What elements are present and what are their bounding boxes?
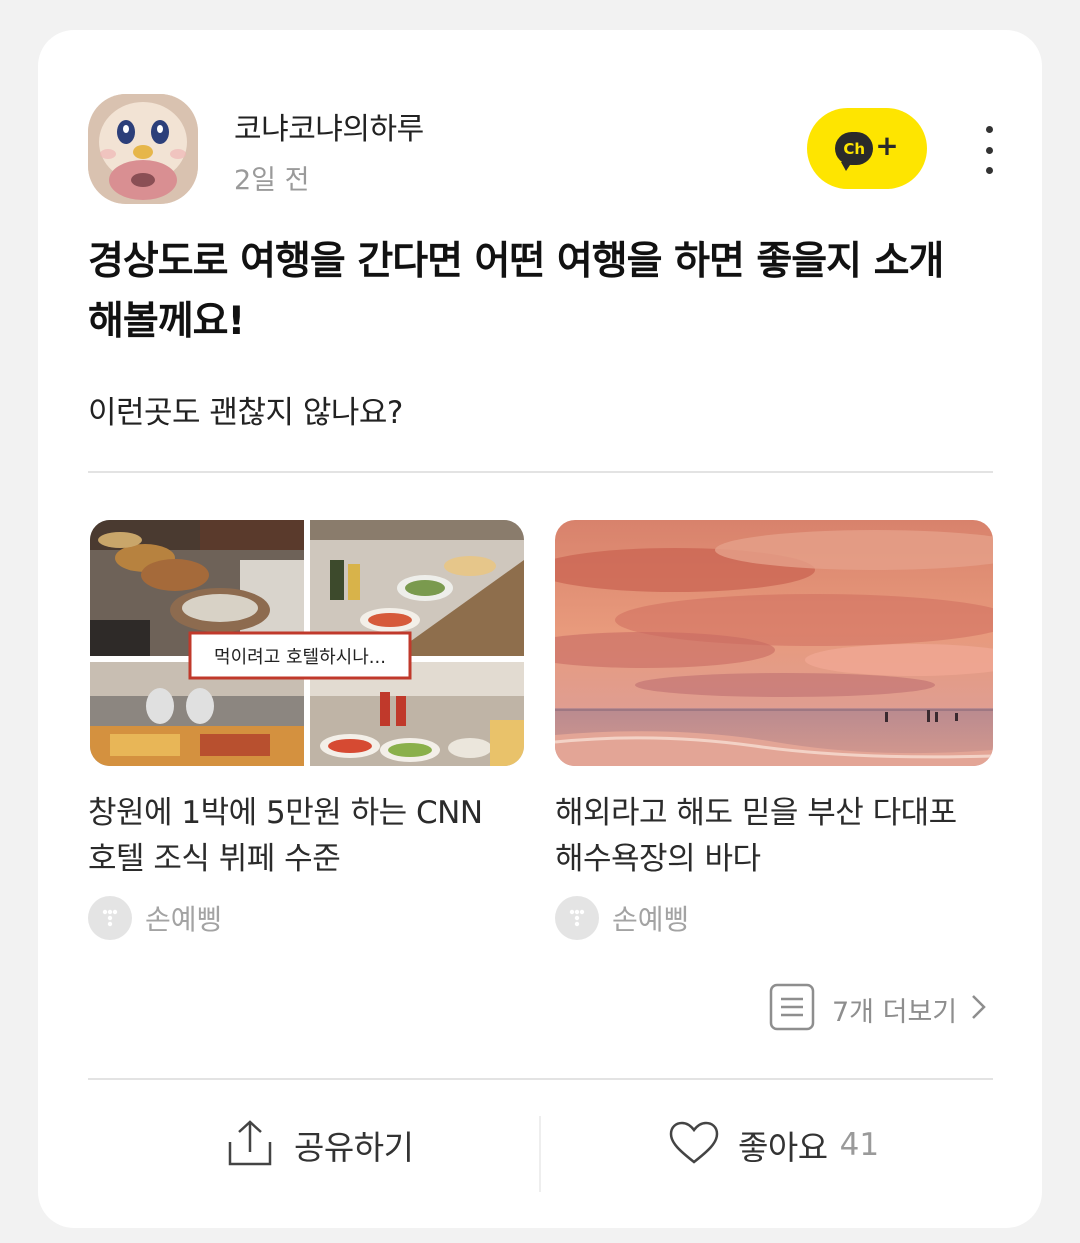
post-time: 2일 전 bbox=[234, 165, 310, 196]
list-icon bbox=[768, 982, 816, 1036]
source-name: 손예삥 bbox=[145, 903, 223, 936]
share-icon bbox=[226, 1118, 274, 1172]
source-avatar-icon bbox=[88, 896, 132, 940]
like-button[interactable]: 좋아요 41 bbox=[668, 1112, 879, 1178]
plus-icon: + bbox=[875, 129, 899, 162]
chevron-right-icon bbox=[969, 992, 987, 1026]
item-title-buffet[interactable]: 창원에 1박에 5만원 하는 CNN 호텔 조식 뷔페 수준 bbox=[88, 790, 518, 882]
item-title-beach[interactable]: 해외라고 해도 믿을 부산 다대포 해수욕장의 바다 bbox=[555, 790, 985, 882]
item-source-beach[interactable]: 손예삥 bbox=[555, 896, 689, 940]
divider bbox=[88, 1078, 993, 1080]
author-name[interactable]: 코냐코냐의하루 bbox=[234, 104, 424, 148]
divider bbox=[88, 471, 993, 473]
share-label: 공유하기 bbox=[294, 1128, 414, 1167]
source-avatar-icon bbox=[555, 896, 599, 940]
item-source-buffet[interactable]: 손예삥 bbox=[88, 896, 222, 940]
thumb-caption: 먹이려고 호텔하시나... bbox=[214, 647, 386, 668]
more-items-label: 7개 더보기 bbox=[832, 996, 958, 1028]
item-thumbnail-beach[interactable] bbox=[555, 520, 993, 766]
source-name: 손예삥 bbox=[612, 903, 690, 936]
item-thumbnail-buffet[interactable]: 먹이려고 호텔하시나... bbox=[90, 520, 524, 766]
action-separator bbox=[539, 1116, 541, 1192]
like-label: 좋아요 bbox=[738, 1128, 828, 1167]
more-options-icon[interactable] bbox=[976, 126, 1002, 174]
post-title[interactable]: 경상도로 여행을 간다면 어떤 여행을 하면 좋을지 소개해볼께요! bbox=[88, 232, 968, 352]
heart-icon bbox=[668, 1120, 720, 1170]
author-avatar[interactable] bbox=[88, 94, 198, 204]
like-count: 41 bbox=[839, 1127, 880, 1163]
more-items-link[interactable]: 7개 더보기 bbox=[768, 982, 987, 1036]
kakao-channel-icon: Ch bbox=[835, 132, 874, 171]
channel-add-button[interactable]: Ch + bbox=[807, 108, 927, 189]
post-subtitle: 이런곳도 괜찮지 않나요? bbox=[88, 395, 403, 431]
share-button[interactable]: 공유하기 bbox=[226, 1112, 414, 1178]
